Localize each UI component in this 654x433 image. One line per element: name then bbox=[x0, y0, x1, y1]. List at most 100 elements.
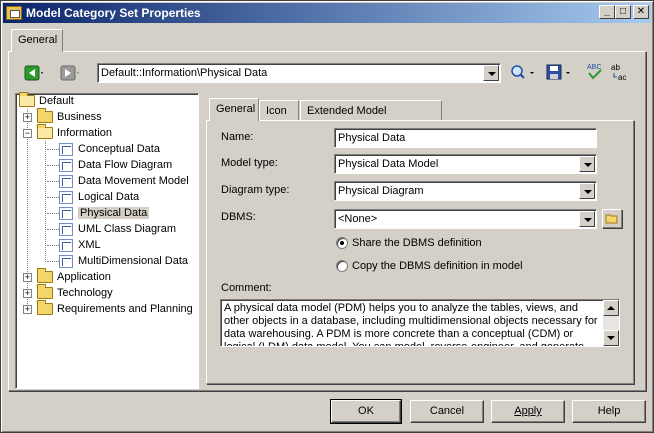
svg-text:ABC: ABC bbox=[587, 64, 601, 71]
diagram-icon bbox=[59, 174, 73, 188]
tree-node-label: MultiDimensional Data bbox=[78, 255, 189, 267]
chevron-down-icon[interactable] bbox=[483, 65, 499, 81]
scroll-up-button[interactable] bbox=[603, 300, 619, 316]
spell-check-button[interactable]: ABC bbox=[585, 61, 607, 81]
tree-node-label: Information bbox=[57, 127, 113, 139]
apply-button-label: Apply bbox=[514, 405, 542, 417]
ok-button[interactable]: OK bbox=[330, 399, 402, 424]
back-button[interactable] bbox=[23, 63, 45, 83]
tree-node-label: Requirements and Planning bbox=[57, 303, 193, 315]
window-title: Model Category Set Properties bbox=[26, 6, 201, 20]
close-button[interactable]: ✕ bbox=[633, 5, 649, 19]
tab-general[interactable]: General bbox=[209, 98, 259, 121]
collapse-icon[interactable]: − bbox=[23, 129, 32, 138]
tree-node-technology[interactable]: Technology bbox=[37, 284, 113, 301]
help-button[interactable]: Help bbox=[572, 400, 646, 423]
folder-icon bbox=[37, 268, 53, 283]
tree-node-xml[interactable]: XML bbox=[59, 237, 101, 253]
diagram-icon bbox=[59, 206, 73, 220]
svg-text:ac: ac bbox=[618, 73, 626, 82]
diagram-type-select[interactable]: Physical Diagram bbox=[334, 181, 597, 201]
apply-button[interactable]: Apply bbox=[491, 400, 565, 423]
magnifier-icon bbox=[511, 65, 534, 79]
model-type-value: Physical Data Model bbox=[338, 158, 439, 170]
tree-node-uml-class-diagram[interactable]: UML Class Diagram bbox=[59, 221, 176, 237]
maximize-button[interactable]: □ bbox=[615, 5, 631, 19]
chevron-down-icon[interactable] bbox=[579, 156, 595, 172]
folder-open-icon bbox=[37, 124, 53, 139]
replace-text-icon: ab ac bbox=[611, 63, 626, 82]
name-label: Name: bbox=[221, 131, 254, 143]
floppy-disk-icon bbox=[546, 64, 570, 80]
tree-node-conceptual-data[interactable]: Conceptual Data bbox=[59, 141, 160, 157]
object-path-value: Default::Information\Physical Data bbox=[101, 67, 268, 79]
tree-node-label: Technology bbox=[57, 287, 113, 299]
folder-open-icon bbox=[605, 214, 618, 224]
tab-icon[interactable]: Icon bbox=[259, 100, 299, 120]
tree-node-data-movement-model[interactable]: Data Movement Model bbox=[59, 173, 189, 189]
tree-node-label: Default bbox=[39, 95, 74, 107]
save-button[interactable] bbox=[545, 63, 570, 83]
title-bar[interactable]: Model Category Set Properties _ □ ✕ bbox=[3, 3, 651, 23]
tree-node-label: Application bbox=[57, 271, 111, 283]
find-button[interactable] bbox=[509, 63, 534, 83]
diagram-icon bbox=[59, 158, 73, 172]
tree-node-requirements-and-planning[interactable]: Requirements and Planning bbox=[37, 300, 193, 317]
tree-node-multidimensional-data[interactable]: MultiDimensional Data bbox=[59, 253, 188, 269]
browse-dbms-button[interactable] bbox=[602, 209, 622, 228]
model-type-label: Model type: bbox=[221, 157, 278, 169]
tab-general-label: General bbox=[216, 103, 256, 115]
expand-icon[interactable]: + bbox=[23, 113, 32, 122]
dbms-select[interactable]: <None> bbox=[334, 209, 597, 229]
name-value: Physical Data bbox=[338, 132, 406, 144]
expand-icon[interactable]: + bbox=[23, 273, 32, 282]
folder-open-icon bbox=[19, 92, 35, 107]
dbms-value: <None> bbox=[338, 213, 378, 225]
comment-textarea[interactable]: A physical data model (PDM) helps you to… bbox=[220, 299, 620, 347]
tree-node-application[interactable]: Application bbox=[37, 268, 111, 285]
copy-dbms-radio[interactable] bbox=[336, 260, 348, 272]
chevron-down-icon[interactable] bbox=[579, 211, 595, 227]
tree-node-logical-data[interactable]: Logical Data bbox=[59, 189, 139, 205]
tree-node-information[interactable]: Information bbox=[37, 124, 113, 141]
tree-node-label: Data Flow Diagram bbox=[78, 159, 173, 171]
diagram-icon bbox=[59, 222, 73, 236]
back-arrow-icon bbox=[24, 65, 43, 81]
tree-node-label: Physical Data bbox=[78, 207, 150, 219]
tree-node-business[interactable]: Business bbox=[37, 108, 102, 125]
tree-node-label: Business bbox=[57, 111, 102, 123]
scroll-down-button[interactable] bbox=[603, 330, 619, 346]
cancel-button[interactable]: Cancel bbox=[410, 400, 484, 423]
name-field[interactable]: Physical Data bbox=[334, 128, 597, 148]
tree-node-data-flow-diagram[interactable]: Data Flow Diagram bbox=[59, 157, 172, 173]
copy-dbms-label[interactable]: Copy the DBMS definition in model bbox=[352, 260, 523, 272]
replace-button[interactable]: ab ac bbox=[609, 61, 631, 82]
comment-label: Comment: bbox=[221, 282, 272, 294]
comment-scrollbar[interactable] bbox=[603, 300, 619, 346]
tab-extended-model-definitions[interactable]: Extended Model Definitions bbox=[300, 100, 442, 137]
tree-node-label: UML Class Diagram bbox=[78, 223, 177, 235]
tree-node-label: XML bbox=[78, 239, 101, 251]
expand-icon[interactable]: + bbox=[23, 289, 32, 298]
tab-outer-general[interactable]: General bbox=[11, 29, 63, 52]
object-path-combo[interactable]: Default::Information\Physical Data bbox=[97, 63, 501, 83]
tree-node-physical-data[interactable]: Physical Data bbox=[59, 205, 150, 221]
tree-node-label: Conceptual Data bbox=[78, 143, 160, 155]
diagram-type-value: Physical Diagram bbox=[338, 185, 424, 197]
chevron-down-icon[interactable] bbox=[579, 183, 595, 199]
properties-dialog: Model Category Set Properties _ □ ✕ Gene… bbox=[0, 0, 654, 433]
share-dbms-label[interactable]: Share the DBMS definition bbox=[352, 237, 482, 249]
forward-button[interactable] bbox=[59, 63, 81, 83]
folder-icon bbox=[37, 284, 53, 299]
svg-text:ab: ab bbox=[611, 63, 620, 72]
diagram-type-label: Diagram type: bbox=[221, 184, 290, 196]
tree-node-root[interactable]: Default bbox=[19, 92, 74, 109]
expand-icon[interactable]: + bbox=[23, 305, 32, 314]
share-dbms-radio[interactable] bbox=[336, 237, 348, 249]
model-type-select[interactable]: Physical Data Model bbox=[334, 154, 597, 174]
tree-node-label: Data Movement Model bbox=[78, 175, 189, 187]
help-button-label: Help bbox=[597, 405, 621, 417]
diagram-icon bbox=[59, 190, 73, 204]
minimize-button[interactable]: _ bbox=[599, 5, 615, 19]
comment-text: A physical data model (PDM) helps you to… bbox=[224, 302, 598, 347]
